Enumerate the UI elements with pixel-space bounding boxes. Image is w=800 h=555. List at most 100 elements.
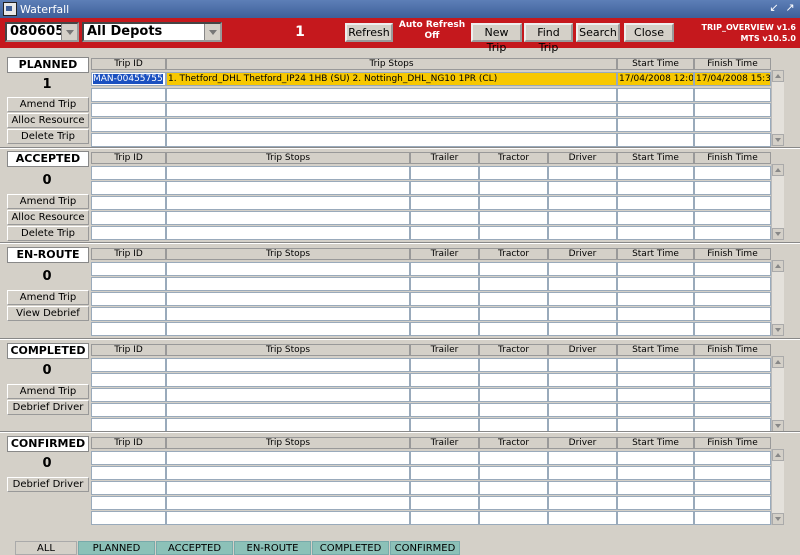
empty-cell[interactable] [166, 307, 410, 321]
view-debrief-button[interactable]: View Debrief [7, 306, 89, 321]
empty-cell[interactable] [479, 373, 548, 387]
empty-cell[interactable] [479, 481, 548, 495]
col-trip-stops[interactable]: Trip Stops [166, 248, 410, 260]
empty-cell[interactable] [91, 166, 166, 180]
empty-cell[interactable] [166, 292, 410, 306]
empty-cell[interactable] [479, 322, 548, 336]
col-trip-stops[interactable]: Trip Stops [166, 344, 410, 356]
empty-cell[interactable] [91, 307, 166, 321]
empty-cell[interactable] [548, 388, 617, 402]
empty-cell[interactable] [694, 166, 771, 180]
empty-cell[interactable] [91, 511, 166, 525]
empty-cell[interactable] [548, 166, 617, 180]
col-trailer[interactable]: Trailer [410, 437, 479, 449]
col-tractor[interactable]: Tractor [479, 152, 548, 164]
col-finish-time[interactable]: Finish Time [694, 248, 771, 260]
debrief-driver-button[interactable]: Debrief Driver [7, 477, 89, 492]
scroll-down-icon[interactable] [772, 228, 784, 240]
empty-cell[interactable] [166, 88, 617, 102]
tab-accepted[interactable]: ACCEPTED [156, 541, 233, 555]
empty-cell[interactable] [479, 307, 548, 321]
empty-cell[interactable] [694, 292, 771, 306]
col-driver[interactable]: Driver [548, 152, 617, 164]
empty-cell[interactable] [617, 322, 694, 336]
empty-cell[interactable] [410, 292, 479, 306]
scroll-up-icon[interactable] [772, 260, 784, 272]
scroll-up-icon[interactable] [772, 449, 784, 461]
start-time-cell[interactable]: 17/04/2008 12:00 [617, 72, 694, 86]
empty-cell[interactable] [410, 403, 479, 417]
alloc-resource-button[interactable]: Alloc Resource [7, 210, 89, 225]
empty-cell[interactable] [617, 481, 694, 495]
empty-cell[interactable] [479, 277, 548, 291]
empty-cell[interactable] [410, 322, 479, 336]
empty-cell[interactable] [479, 166, 548, 180]
empty-cell[interactable] [166, 211, 410, 225]
empty-cell[interactable] [166, 358, 410, 372]
empty-cell[interactable] [694, 88, 771, 102]
empty-cell[interactable] [617, 88, 694, 102]
empty-cell[interactable] [166, 388, 410, 402]
empty-cell[interactable] [617, 373, 694, 387]
empty-cell[interactable] [548, 211, 617, 225]
empty-cell[interactable] [91, 403, 166, 417]
tab-completed[interactable]: COMPLETED [312, 541, 389, 555]
empty-cell[interactable] [166, 418, 410, 432]
empty-cell[interactable] [166, 118, 617, 132]
empty-cell[interactable] [694, 307, 771, 321]
empty-cell[interactable] [617, 358, 694, 372]
alloc-resource-button[interactable]: Alloc Resource [7, 113, 89, 128]
empty-cell[interactable] [694, 118, 771, 132]
col-finish-time[interactable]: Finish Time [694, 437, 771, 449]
empty-cell[interactable] [410, 451, 479, 465]
refresh-button[interactable]: Refresh [345, 23, 393, 42]
empty-cell[interactable] [548, 496, 617, 510]
empty-cell[interactable] [166, 373, 410, 387]
col-trailer[interactable]: Trailer [410, 248, 479, 260]
close-button[interactable]: Close [624, 23, 674, 42]
empty-cell[interactable] [617, 292, 694, 306]
col-driver[interactable]: Driver [548, 248, 617, 260]
empty-cell[interactable] [548, 358, 617, 372]
empty-cell[interactable] [479, 496, 548, 510]
accepted-scrollbar[interactable] [771, 164, 784, 240]
empty-cell[interactable] [617, 511, 694, 525]
debrief-driver-button[interactable]: Debrief Driver [7, 400, 89, 415]
col-start-time[interactable]: Start Time [617, 344, 694, 356]
empty-cell[interactable] [479, 403, 548, 417]
planned-scrollbar[interactable] [771, 70, 784, 146]
empty-cell[interactable] [479, 262, 548, 276]
col-trailer[interactable]: Trailer [410, 344, 479, 356]
empty-cell[interactable] [91, 418, 166, 432]
empty-cell[interactable] [166, 451, 410, 465]
empty-cell[interactable] [91, 226, 166, 240]
empty-cell[interactable] [91, 466, 166, 480]
empty-cell[interactable] [91, 388, 166, 402]
empty-cell[interactable] [479, 466, 548, 480]
col-trip-id[interactable]: Trip ID [91, 58, 166, 70]
empty-cell[interactable] [694, 358, 771, 372]
delete-trip-button[interactable]: Delete Trip [7, 129, 89, 144]
empty-cell[interactable] [166, 496, 410, 510]
empty-cell[interactable] [91, 262, 166, 276]
scroll-down-icon[interactable] [772, 324, 784, 336]
empty-cell[interactable] [410, 511, 479, 525]
empty-cell[interactable] [548, 277, 617, 291]
empty-cell[interactable] [694, 388, 771, 402]
scroll-up-icon[interactable] [772, 70, 784, 82]
empty-cell[interactable] [410, 373, 479, 387]
empty-cell[interactable] [91, 211, 166, 225]
empty-cell[interactable] [91, 496, 166, 510]
minimize-icon[interactable]: ↙ [768, 2, 780, 14]
empty-cell[interactable] [617, 496, 694, 510]
empty-cell[interactable] [479, 211, 548, 225]
find-trip-button[interactable]: Find Trip [524, 23, 573, 54]
new-trip-button[interactable]: New Trip [471, 23, 522, 54]
empty-cell[interactable] [548, 418, 617, 432]
col-driver[interactable]: Driver [548, 344, 617, 356]
date-select[interactable]: 080605 [5, 22, 79, 42]
col-trip-stops[interactable]: Trip Stops [166, 437, 410, 449]
empty-cell[interactable] [694, 322, 771, 336]
col-driver[interactable]: Driver [548, 437, 617, 449]
empty-cell[interactable] [548, 322, 617, 336]
